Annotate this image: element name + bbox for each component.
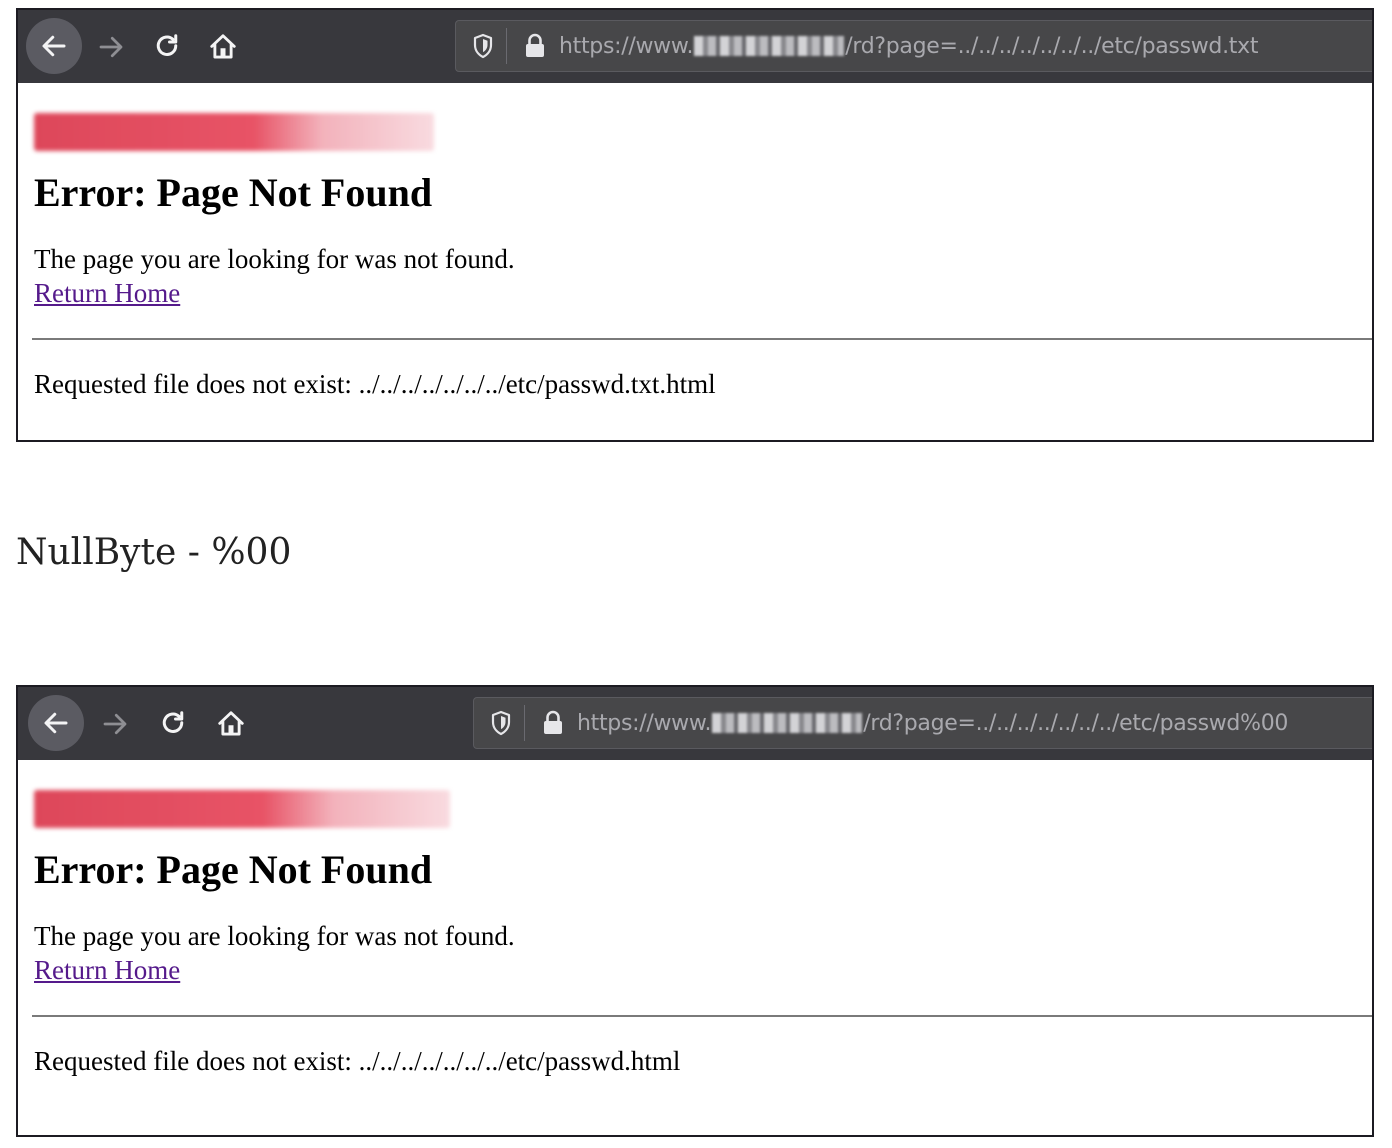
browser-toolbar: https://www. /rd?page=../../../../../../… [18, 687, 1372, 760]
divider [32, 1014, 1372, 1017]
reload-button[interactable] [148, 28, 186, 66]
url-prefix: https://www. [577, 710, 712, 736]
error-title: Error: Page Not Found [34, 847, 433, 892]
return-home-link[interactable]: Return Home [34, 277, 180, 309]
tracking-protection-button[interactable] [478, 705, 525, 741]
section-caption: NullByte - %00 [16, 532, 292, 573]
site-security-button[interactable] [517, 28, 553, 64]
redacted-domain [712, 713, 863, 733]
error-message: The page you are looking for was not fou… [34, 244, 515, 274]
page-content: Error: Page Not Found The page you are l… [18, 790, 1372, 1077]
browser-toolbar: https://www. /rd?page=../../../../../../… [18, 10, 1372, 83]
home-icon [210, 34, 236, 59]
divider [32, 337, 1372, 340]
forward-arrow-icon [99, 36, 123, 58]
reload-icon [162, 711, 184, 733]
url-path: /rd?page=../../../../../../../etc/passwd… [845, 33, 1259, 59]
lock-icon [526, 33, 544, 57]
page-content: Error: Page Not Found The page you are l… [18, 113, 1372, 400]
shield-icon [473, 33, 493, 59]
requested-file-text: Requested file does not exist: ../../../… [34, 1045, 681, 1076]
tracking-protection-button[interactable] [460, 28, 507, 64]
url-text[interactable]: https://www. /rd?page=../../../../../../… [559, 34, 1258, 59]
requested-file-text: Requested file does not exist: ../../../… [34, 368, 716, 399]
back-button[interactable] [28, 695, 84, 751]
url-prefix: https://www. [559, 33, 694, 59]
back-arrow-icon [42, 35, 66, 57]
forward-button[interactable] [92, 28, 130, 66]
shield-icon [491, 710, 511, 736]
back-arrow-icon [44, 712, 68, 734]
reload-icon [156, 34, 178, 56]
url-text[interactable]: https://www. /rd?page=../../../../../../… [577, 711, 1288, 736]
home-button[interactable] [212, 705, 250, 743]
url-path: /rd?page=../../../../../../../etc/passwd… [863, 710, 1289, 736]
return-home-link[interactable]: Return Home [34, 954, 180, 986]
site-logo-redacted [34, 113, 434, 151]
error-message: The page you are looking for was not fou… [34, 921, 515, 951]
back-button[interactable] [26, 18, 82, 74]
reload-button[interactable] [154, 705, 192, 743]
error-title: Error: Page Not Found [34, 170, 433, 215]
redacted-domain [694, 36, 845, 56]
url-bar[interactable]: https://www. /rd?page=../../../../../../… [473, 697, 1372, 749]
browser-window-1: https://www. /rd?page=../../../../../../… [16, 8, 1374, 442]
forward-button[interactable] [96, 705, 134, 743]
home-icon [218, 711, 244, 736]
site-security-button[interactable] [535, 705, 571, 741]
browser-window-2: https://www. /rd?page=../../../../../../… [16, 685, 1374, 1137]
url-bar[interactable]: https://www. /rd?page=../../../../../../… [455, 20, 1372, 72]
forward-arrow-icon [103, 713, 127, 735]
home-button[interactable] [204, 28, 242, 66]
site-logo-redacted [34, 790, 450, 828]
lock-icon [544, 710, 562, 734]
